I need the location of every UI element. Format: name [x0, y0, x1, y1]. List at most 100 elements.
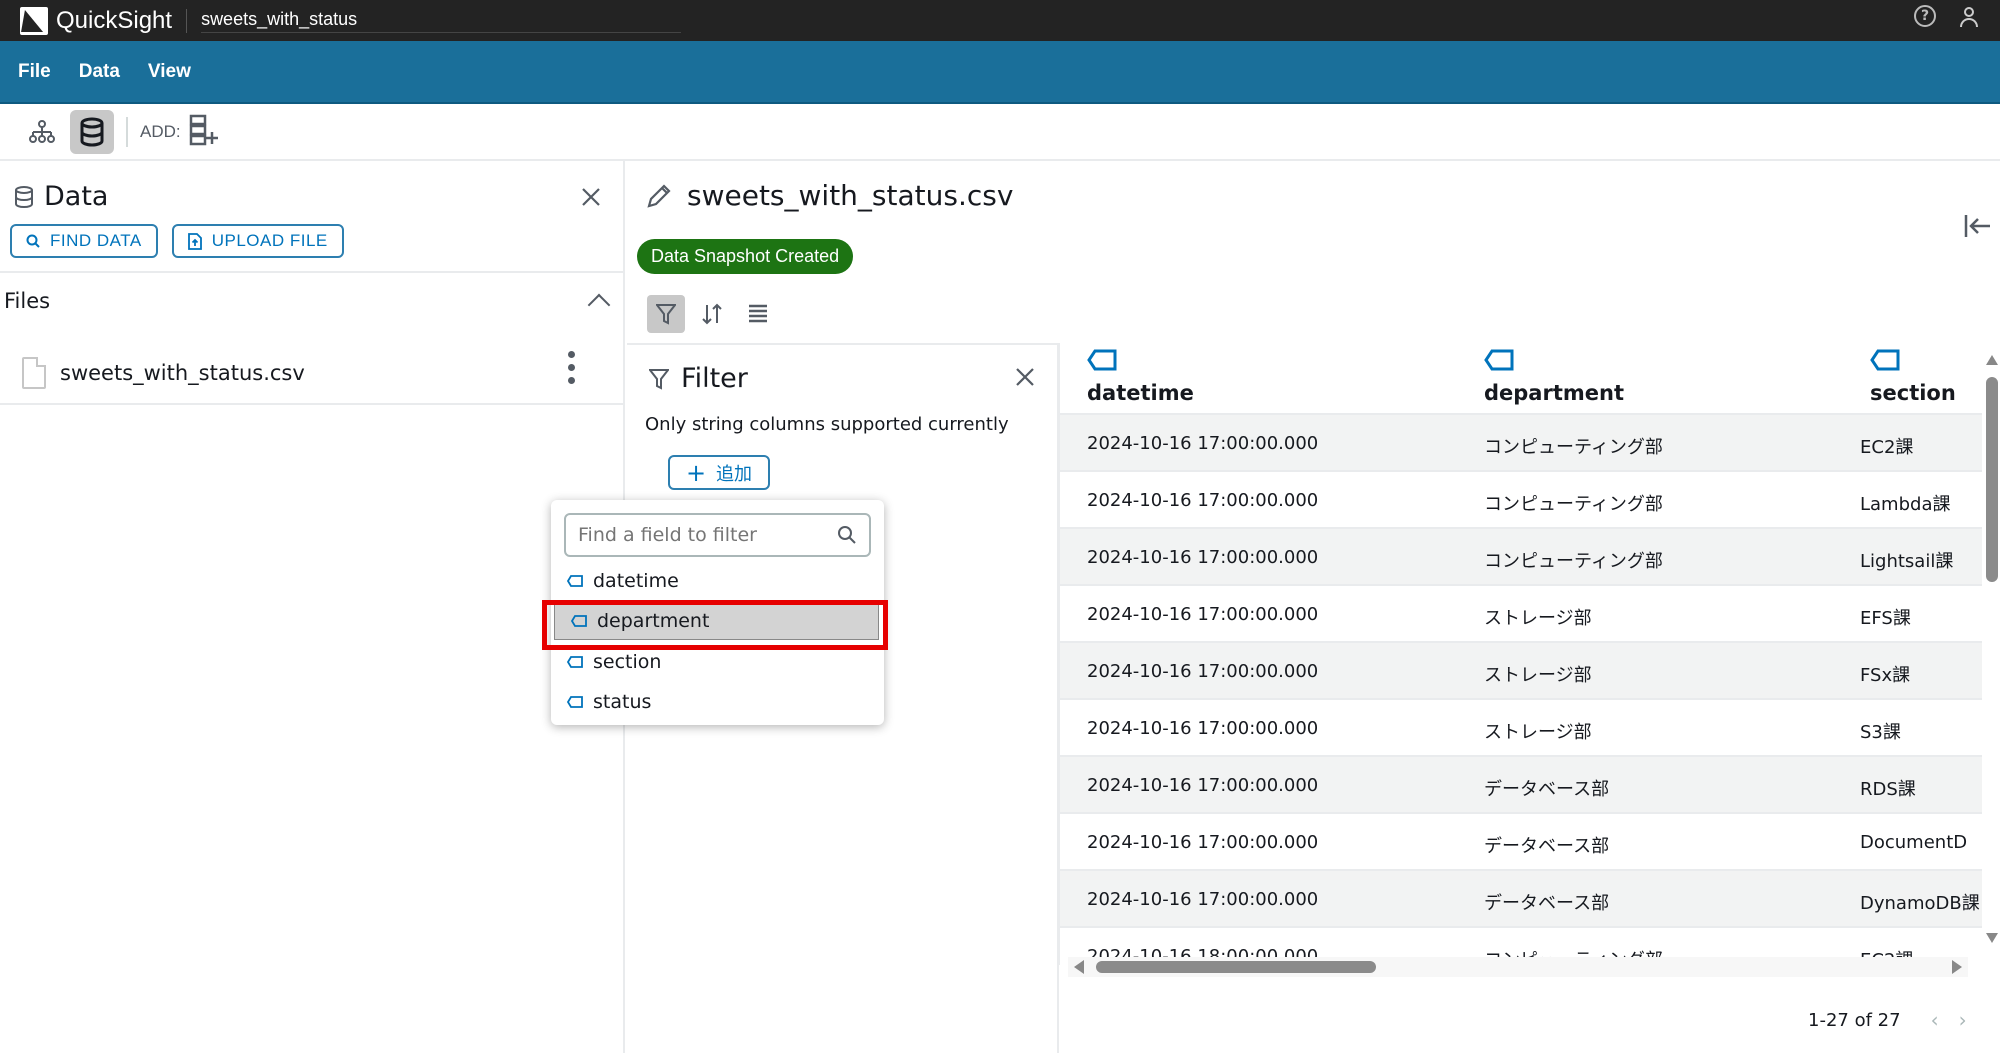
close-data-panel-button[interactable] — [581, 183, 601, 213]
vertical-scrollbar[interactable] — [1984, 355, 2000, 945]
add-data-button[interactable] — [189, 114, 219, 150]
table-row[interactable]: 2024-10-16 17:00:00.000 ストレージ部 S3課 — [1060, 700, 1982, 757]
field-picker-dropdown: datetime department section status — [551, 500, 884, 725]
add-filter-button[interactable]: + 追加 — [668, 455, 770, 490]
quicksight-logo-icon — [20, 6, 48, 35]
data-panel: Data FIND DATA UPLOAD FILE Files sweets_… — [0, 161, 625, 1053]
column-header-department[interactable]: department — [1484, 349, 1624, 405]
more-options-icon[interactable] — [568, 351, 575, 384]
vertical-scroll-thumb[interactable] — [1986, 377, 1998, 582]
table-cell-section: DocumentD — [1860, 832, 1968, 853]
previous-page-icon[interactable]: ‹ — [1931, 1008, 1939, 1032]
pagination: 1-27 of 27 ‹ › — [1808, 1008, 1967, 1032]
search-icon — [838, 526, 856, 544]
table-row[interactable]: 2024-10-16 17:00:00.000 ストレージ部 FSx課 — [1060, 643, 1982, 700]
scroll-up-icon[interactable] — [1986, 355, 1998, 365]
string-field-icon — [567, 575, 583, 587]
menu-data[interactable]: Data — [79, 61, 120, 83]
field-search-box[interactable] — [564, 513, 871, 557]
quicksight-logo[interactable]: QuickSight — [20, 6, 172, 35]
file-list-item[interactable]: sweets_with_status.csv — [0, 313, 623, 403]
string-field-icon — [1870, 349, 1900, 371]
string-field-icon — [1087, 349, 1117, 371]
menu-file[interactable]: File — [18, 61, 51, 83]
table-row[interactable]: 2024-10-16 17:00:00.000 データベース部 RDS課 — [1060, 757, 1982, 814]
plus-icon: + — [685, 458, 707, 487]
menu-bar: File Data View — [0, 41, 2000, 104]
add-table-icon — [189, 114, 218, 145]
divider — [186, 8, 188, 33]
menu-view[interactable]: View — [148, 61, 191, 83]
close-filter-panel-button[interactable] — [1015, 361, 1035, 394]
filter-tool-button[interactable] — [647, 295, 685, 333]
table-cell-datetime: 2024-10-16 17:00:00.000 — [1087, 547, 1319, 568]
table-cell-section: EC2課 — [1860, 437, 1914, 458]
table-cell-department: データベース部 — [1484, 779, 1610, 800]
table-cell-datetime: 2024-10-16 17:00:00.000 — [1087, 490, 1319, 511]
field-search-input[interactable] — [578, 524, 818, 546]
dataset-name[interactable]: sweets_with_status.csv — [687, 179, 1013, 212]
find-data-label: FIND DATA — [50, 231, 142, 250]
column-header-datetime[interactable]: datetime — [1087, 349, 1194, 405]
field-option-label: status — [593, 691, 652, 713]
user-icon[interactable] — [1958, 5, 1980, 29]
arrow-left-to-line-icon — [1964, 215, 1990, 237]
table-cell-section: DynamoDB課 — [1860, 893, 1980, 914]
horizontal-scroll-thumb[interactable] — [1096, 961, 1376, 973]
column-header-section[interactable]: section — [1870, 349, 1956, 405]
scroll-down-icon[interactable] — [1986, 933, 1998, 943]
field-option-label: department — [597, 610, 710, 632]
pencil-icon[interactable] — [645, 182, 673, 210]
table-cell-section: EFS課 — [1860, 608, 1911, 629]
find-data-button[interactable]: FIND DATA — [10, 224, 158, 258]
table-cell-department: データベース部 — [1484, 893, 1610, 914]
string-field-icon — [1484, 349, 1514, 371]
table-row[interactable]: 2024-10-16 17:00:00.000 データベース部 DocumentD — [1060, 814, 1982, 871]
help-icon[interactable]: ? — [1914, 5, 1936, 27]
filter-icon — [649, 368, 669, 390]
rows-tool-button[interactable] — [739, 295, 777, 333]
table-row[interactable]: 2024-10-16 17:00:00.000 コンピューティング部 Lambda課 — [1060, 472, 1982, 529]
field-option-datetime[interactable]: datetime — [551, 562, 884, 600]
pagination-range: 1-27 of 27 — [1808, 1009, 1901, 1031]
scroll-left-icon[interactable] — [1074, 960, 1084, 974]
status-badge: Data Snapshot Created — [637, 239, 854, 274]
table-cell-datetime: 2024-10-16 17:00:00.000 — [1087, 832, 1319, 853]
scroll-right-icon[interactable] — [1952, 960, 1962, 974]
sort-icon — [702, 303, 722, 325]
top-bar: QuickSight sweets_with_status ? — [0, 0, 2000, 41]
column-header-label: department — [1484, 381, 1624, 405]
table-cell-datetime: 2024-10-16 17:00:00.000 — [1087, 889, 1319, 910]
hierarchy-icon — [29, 119, 55, 143]
data-panel-title: Data — [44, 181, 109, 212]
field-option-section[interactable]: section — [551, 643, 884, 681]
table-cell-department: データベース部 — [1484, 836, 1610, 857]
table-row[interactable]: 2024-10-16 17:00:00.000 ストレージ部 EFS課 — [1060, 586, 1982, 643]
field-option-status[interactable]: status — [551, 683, 884, 721]
upload-file-button[interactable]: UPLOAD FILE — [171, 224, 344, 258]
list-icon — [749, 304, 767, 323]
table-cell-department: コンピューティング部 — [1484, 494, 1663, 515]
table-cell-section: S3課 — [1860, 722, 1901, 743]
table-row[interactable]: 2024-10-16 17:00:00.000 データベース部 DynamoDB課 — [1060, 871, 1982, 928]
data-view-button[interactable] — [70, 109, 114, 154]
upload-file-label: UPLOAD FILE — [211, 231, 328, 250]
table-cell-section: Lambda課 — [1860, 494, 1951, 515]
sort-tool-button[interactable] — [693, 295, 731, 333]
filter-icon — [656, 304, 676, 325]
field-option-label: datetime — [593, 570, 679, 592]
table-cell-section: Lightsail課 — [1860, 551, 1954, 572]
next-page-icon[interactable]: › — [1959, 1008, 1967, 1032]
document-title-input[interactable]: sweets_with_status — [201, 9, 682, 33]
collapse-panel-button[interactable] — [1962, 211, 1992, 241]
add-label: ADD: — [140, 121, 181, 141]
hierarchy-view-button[interactable] — [20, 110, 64, 154]
field-option-department[interactable]: department — [554, 602, 879, 640]
table-cell-section: RDS課 — [1860, 779, 1916, 800]
table-row[interactable]: 2024-10-16 17:00:00.000 コンピューティング部 EC2課 — [1060, 415, 1982, 472]
filter-panel-title: Filter — [681, 363, 748, 394]
table-cell-department: コンピューティング部 — [1484, 437, 1663, 458]
horizontal-scrollbar[interactable] — [1068, 957, 1968, 977]
table-row[interactable]: 2024-10-16 17:00:00.000 コンピューティング部 Lightsa… — [1060, 529, 1982, 586]
file-icon — [22, 357, 46, 389]
